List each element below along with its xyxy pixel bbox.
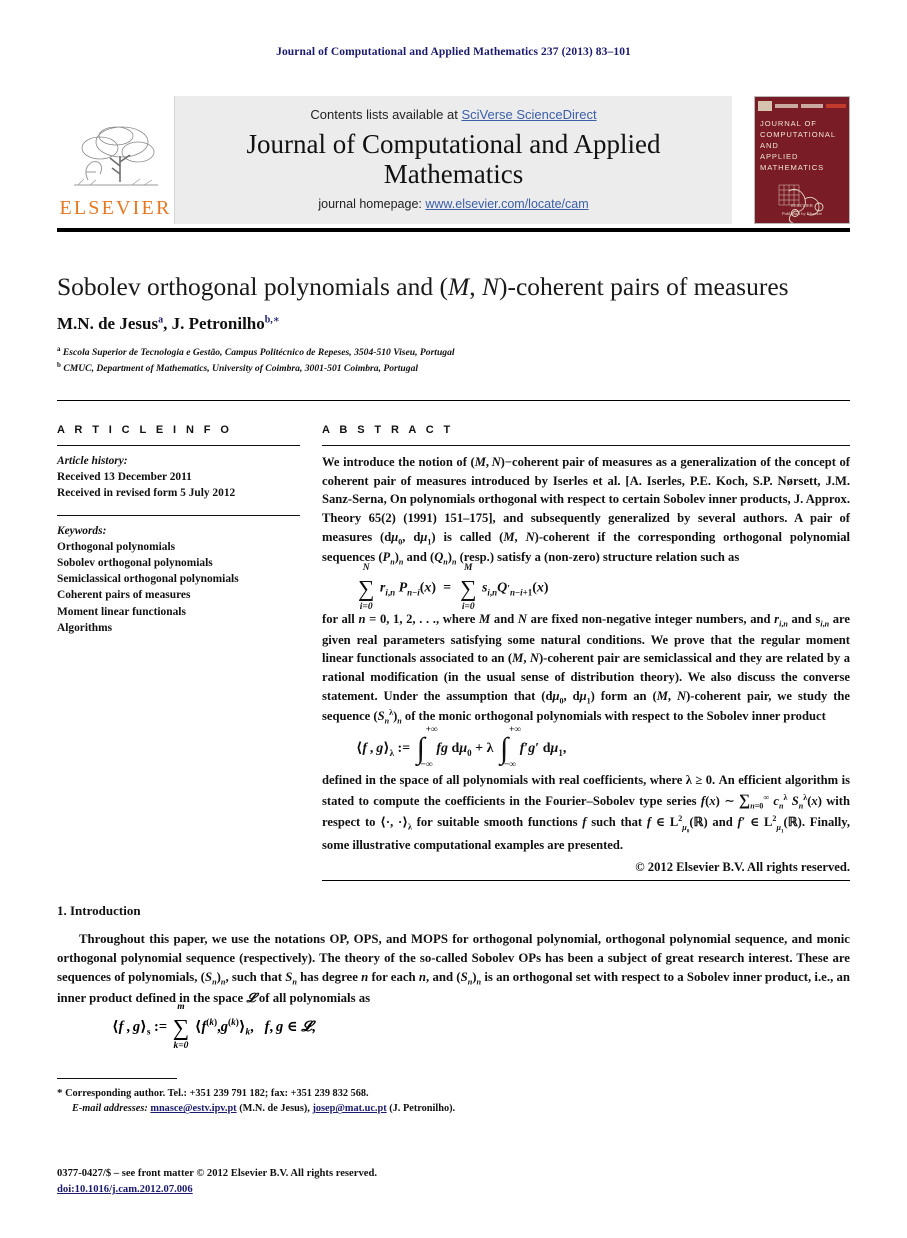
cover-title-line1: JOURNAL OF — [760, 119, 817, 128]
abstract-body: We introduce the notion of (M, N)−cohere… — [322, 453, 850, 877]
page-footer: 0377-0427/$ – see front matter © 2012 El… — [57, 1166, 757, 1198]
elsevier-logo: ELSEVIER — [57, 96, 175, 224]
cover-topbar — [755, 97, 849, 115]
article-history-label: Article history: — [57, 455, 128, 467]
summation-right: ∑ Mi=0 — [460, 563, 477, 612]
journal-title-line2: Mathematics — [383, 158, 524, 189]
article-history-block: Article history: Received 13 December 20… — [57, 453, 300, 502]
contents-prefix: Contents lists available at — [310, 107, 462, 123]
summation-left: ∑ Ni=0 — [358, 563, 375, 612]
article-history-received: Received 13 December 2011 — [57, 471, 192, 484]
abstract-paragraph-3: defined in the space of all polynomials … — [322, 772, 851, 852]
journal-masthead: ELSEVIER Contents lists available at Sci… — [57, 96, 850, 224]
keywords-label: Keywords: — [57, 524, 107, 537]
journal-title: Journal of Computational and Applied Mat… — [247, 130, 661, 188]
abstract-heading: A B S T R A C T — [322, 424, 454, 436]
affiliation-marker-a: a — [57, 345, 61, 353]
cover-title: JOURNAL OF COMPUTATIONAL AND APPLIED MAT… — [755, 115, 849, 173]
sciencedirect-link[interactable]: SciVerse ScienceDirect — [461, 107, 596, 122]
journal-band: Contents lists available at SciVerse Sci… — [175, 96, 732, 224]
article-history-revised: Received in revised form 5 July 2012 — [57, 487, 236, 500]
introduction-paragraph: Throughout this paper, we use the notati… — [57, 932, 850, 1006]
affiliation-marker-b: b — [57, 361, 61, 369]
affiliation-b-text: CMUC, Department of Mathematics, Univers… — [63, 363, 419, 375]
introduction-equation: ⟨f , g⟩s := ∑ m k=0 ⟨f(k),g(k)⟩k, f, g ∈ 𝓛… — [112, 1002, 316, 1051]
author-name-1: M.N. de Jesus — [57, 314, 159, 333]
keyword-item: Sobolev orthogonal polynomials — [57, 556, 213, 569]
corresponding-author-text: Corresponding author. Tel.: +351 239 791… — [65, 1088, 369, 1099]
abstract-copyright: © 2012 Elsevier B.V. All rights reserved… — [635, 860, 850, 875]
abstract-rule-bottom — [322, 880, 850, 881]
author-list: M.N. de Jesusa, J. Petronilhob,∗ — [57, 314, 280, 333]
keyword-item: Semiclassical orthogonal polynomials — [57, 573, 239, 586]
author-affil-marker-a: a — [158, 314, 164, 326]
introduction-heading: 1. Introduction — [57, 903, 141, 918]
footnote-block: * Corresponding author. Tel.: +351 239 7… — [57, 1085, 757, 1117]
introduction-body: Throughout this paper, we use the notati… — [57, 930, 850, 1008]
email-link-1[interactable]: mnasce@estv.ipv.pt — [150, 1103, 236, 1114]
affiliation-b: b CMUC, Department of Mathematics, Unive… — [57, 360, 837, 377]
cover-footer-line1: ELSEVIER — [791, 203, 813, 209]
keyword-item: Orthogonal polynomials — [57, 540, 176, 553]
keyword-item: Coherent pairs of measures — [57, 589, 191, 602]
issn-copyright-line: 0377-0427/$ – see front matter © 2012 El… — [57, 1168, 377, 1179]
abstract-rule-top — [322, 445, 850, 446]
abstract-paragraph-1: We introduce the notion of (M, N)−cohere… — [322, 455, 851, 567]
corresponding-author-footnote: * Corresponding author. Tel.: +351 239 7… — [57, 1085, 757, 1101]
cover-elsevier-badge-icon — [758, 101, 772, 111]
cover-strip-3 — [826, 104, 846, 108]
integral-first: ∫ +∞ −∞ — [416, 724, 438, 771]
email-label: E-mail addresses: — [72, 1103, 148, 1115]
cover-footer: ELSEVIER Published by Elsevier — [755, 202, 849, 217]
article-info-heading: A R T I C L E I N F O — [57, 424, 233, 436]
keyword-item: Algorithms — [57, 621, 113, 634]
cover-title-line3: APPLIED MATHEMATICS — [760, 152, 825, 172]
contents-available-line: Contents lists available at SciVerse Sci… — [310, 107, 596, 122]
running-head: Journal of Computational and Applied Mat… — [276, 46, 631, 58]
journal-cover-thumbnail: JOURNAL OF COMPUTATIONAL AND APPLIED MAT… — [754, 96, 850, 224]
email-owner-2: (J. Petronilho) — [389, 1103, 453, 1115]
affiliation-a-text: Escola Superior de Tecnologia e Gestão, … — [62, 347, 455, 359]
abstract-equation-1: ∑ Ni=0 ri,n Pn−i(x) = ∑ Mi=0 si,nQ′n−i+1(x… — [358, 563, 549, 612]
keyword-item: Moment linear functionals — [57, 605, 186, 618]
keywords-block: Keywords: Orthogonal polynomials Sobolev… — [57, 523, 300, 636]
author-affil-marker-b: b,∗ — [264, 314, 280, 326]
doi-link[interactable]: doi:10.1016/j.cam.2012.07.006 — [57, 1184, 193, 1195]
article-info-rule-top — [57, 445, 300, 446]
abstract-equation-2: ⟨f , g⟩λ := ∫ +∞ −∞ fg dμ0 + λ ∫ +∞ −∞ f′g′ … — [356, 724, 567, 771]
journal-homepage-link[interactable]: www.elsevier.com/locate/cam — [425, 197, 588, 211]
affiliation-a: a Escola Superior de Tecnologia e Gestão… — [57, 344, 837, 361]
homepage-prefix: journal homepage: — [318, 196, 426, 211]
author-name-2: J. Petronilho — [171, 314, 265, 333]
cover-strip-2 — [800, 104, 823, 108]
article-info-rule-mid — [57, 514, 300, 516]
journal-homepage-line: journal homepage: www.elsevier.com/locat… — [318, 197, 588, 211]
cover-footer-line2: Published by Elsevier — [781, 210, 823, 216]
page-title: Sobolev orthogonal polynomials and (M, N… — [57, 272, 789, 301]
journal-title-line1: Journal of Computational and Applied — [246, 129, 661, 160]
cover-strip-1 — [775, 104, 798, 108]
corresponding-author-marker: * — [57, 1087, 63, 1099]
title-block-rule — [57, 400, 850, 401]
masthead-bottom-rule — [57, 228, 850, 232]
summation-intro: ∑ m k=0 — [172, 1002, 190, 1051]
email-link-2[interactable]: josep@mat.uc.pt — [312, 1103, 386, 1114]
abstract-column: A B S T R A C T We introduce the notion … — [322, 424, 850, 877]
elsevier-wordmark: ELSEVIER — [59, 197, 172, 219]
abstract-paragraph-2: for all n = 0, 1, 2, . . ., where M and … — [322, 612, 851, 726]
integral-second: ∫ +∞ −∞ — [499, 724, 522, 771]
elsevier-tree-icon — [70, 122, 162, 196]
email-owner-1: (M.N. de Jesus) — [239, 1103, 308, 1115]
email-footnote: E-mail addresses: mnasce@estv.ipv.pt (M.… — [72, 1103, 456, 1115]
article-info-column: A R T I C L E I N F O Article history: R… — [57, 424, 300, 636]
footnote-separator-rule — [57, 1078, 177, 1080]
cover-title-line2: COMPUTATIONAL AND — [760, 130, 836, 150]
paper-page: Journal of Computational and Applied Mat… — [0, 0, 907, 1238]
